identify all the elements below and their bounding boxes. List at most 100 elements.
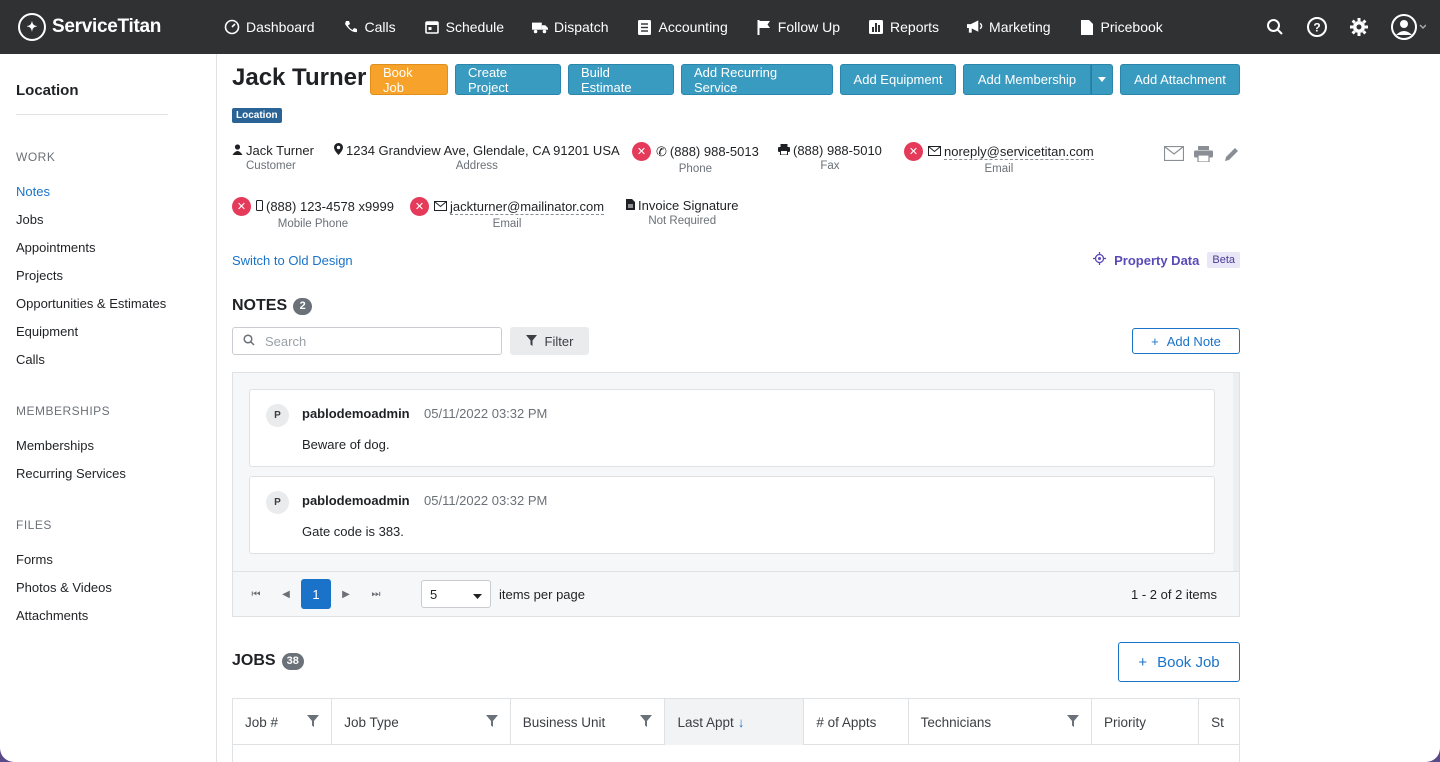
create-project-button[interactable]: Create Project (455, 64, 561, 95)
note-card: P pablodemoadmin 05/11/2022 03:32 PM Bew… (249, 389, 1215, 467)
sidebar-item-calls[interactable]: Calls (16, 352, 45, 367)
column-priority[interactable]: Priority (1092, 699, 1200, 745)
do-not-text-icon: ✕ (232, 197, 251, 216)
filter-label: Filter (544, 333, 574, 349)
send-email-icon[interactable] (1163, 145, 1185, 166)
nav-item-dispatch[interactable]: Dispatch (518, 0, 622, 54)
sidebar-item-projects[interactable]: Projects (16, 268, 63, 283)
add-membership-caret-icon[interactable] (1091, 64, 1113, 95)
search-icon[interactable] (1264, 16, 1286, 38)
nav-item-marketing[interactable]: Marketing (953, 0, 1064, 54)
column-business-unit[interactable]: Business Unit (511, 699, 666, 745)
property-data-link[interactable]: Property Data Beta (1093, 252, 1240, 268)
add-membership-button[interactable]: Add Membership (963, 64, 1091, 95)
sidebar-title: Location (16, 82, 79, 99)
prev-page-icon[interactable]: ◀ (271, 579, 301, 609)
column-job-number[interactable]: Job # (233, 699, 333, 745)
notes-filter-button[interactable]: Filter (510, 327, 589, 355)
edit-pencil-icon[interactable] (1223, 146, 1240, 166)
chevron-down-icon (473, 587, 482, 602)
jobs-title: JOBS (232, 652, 276, 669)
top-nav: ✦ ServiceTitan Dashboard Calls Schedule Dis… (0, 0, 1440, 54)
customer-info: Jack Turner Customer (232, 143, 314, 172)
megaphone-icon (967, 19, 983, 35)
add-membership-split: Add Membership (963, 64, 1113, 95)
next-page-icon[interactable]: ▶ (331, 579, 361, 609)
search-icon (243, 333, 255, 349)
sidebar-item-equipment[interactable]: Equipment (16, 324, 78, 339)
mobile-label: Mobile Phone (277, 218, 349, 230)
funnel-icon[interactable] (485, 714, 498, 730)
sidebar-divider (16, 114, 168, 115)
sidebar-item-photos-videos[interactable]: Photos & Videos (16, 580, 112, 595)
address-value[interactable]: 1234 Grandview Ave, Glendale, CA 91201 U… (346, 143, 620, 158)
add-recurring-service-button[interactable]: Add Recurring Service (681, 64, 833, 95)
build-estimate-button[interactable]: Build Estimate (568, 64, 674, 95)
fax-info: (888) 988-5010 Fax (778, 143, 882, 172)
nav-item-dashboard[interactable]: Dashboard (210, 0, 329, 54)
add-attachment-button[interactable]: Add Attachment (1120, 64, 1240, 95)
notes-search[interactable] (232, 327, 502, 355)
fax-value[interactable]: (888) 988-5010 (793, 143, 882, 158)
book-job-label: Book Job (1157, 653, 1220, 671)
help-icon[interactable]: ? (1306, 16, 1328, 38)
plus-icon: + (1138, 653, 1148, 671)
nav-item-accounting[interactable]: Accounting (622, 0, 741, 54)
current-page-button[interactable]: 1 (301, 579, 331, 609)
phone-icon: ✆ (656, 143, 667, 159)
logo-mark-icon: ✦ (18, 13, 46, 41)
mobile-info: ✕ (888) 123-4578 x9999 Mobile Phone (232, 197, 394, 230)
servicetitan-logo[interactable]: ✦ ServiceTitan (18, 13, 198, 41)
add-equipment-button[interactable]: Add Equipment (840, 64, 956, 95)
column-job-type[interactable]: Job Type (332, 699, 511, 745)
dashboard-icon (224, 19, 240, 35)
gear-icon[interactable] (1348, 16, 1370, 38)
nav-item-follow-up[interactable]: Follow Up (742, 0, 854, 54)
main-content: Jack Turner Book Job Create Project Buil… (232, 54, 1240, 762)
print-icon[interactable] (1194, 146, 1213, 166)
sidebar-item-recurring-services[interactable]: Recurring Services (16, 466, 126, 481)
funnel-icon[interactable] (307, 714, 320, 730)
add-note-button[interactable]: + Add Note (1132, 328, 1240, 354)
first-page-icon[interactable]: ⏮ (241, 579, 271, 609)
sidebar-item-jobs[interactable]: Jobs (16, 212, 43, 227)
user-avatar-icon[interactable] (1390, 14, 1426, 40)
notes-count-badge: 2 (293, 297, 313, 315)
funnel-icon[interactable] (1066, 714, 1079, 730)
last-page-icon[interactable]: ⏭ (361, 579, 391, 609)
page-size-select[interactable]: 5 (421, 580, 491, 608)
email2-value[interactable]: jackturner@mailinator.com (450, 199, 605, 215)
sidebar-item-opportunities-estimates[interactable]: Opportunities & Estimates (16, 296, 166, 311)
page-size-value: 5 (430, 586, 438, 602)
sidebar-item-attachments[interactable]: Attachments (16, 608, 88, 623)
email-value[interactable]: noreply@servicetitan.com (944, 144, 1094, 160)
notes-search-input[interactable] (265, 333, 485, 349)
sidebar-item-memberships[interactable]: Memberships (16, 438, 94, 453)
nav-item-pricebook[interactable]: Pricebook (1065, 0, 1177, 54)
contact-tools (1163, 145, 1240, 166)
sidebar-item-appointments[interactable]: Appointments (16, 240, 96, 255)
column-appt-count[interactable]: # of Appts (804, 699, 909, 745)
customer-name-link[interactable]: Jack Turner (246, 143, 314, 158)
nav-items: Dashboard Calls Schedule Dispatch Accounting… (210, 0, 1177, 54)
nav-item-calls[interactable]: Calls (329, 0, 410, 54)
customer-label: Customer (246, 160, 296, 172)
column-technicians[interactable]: Technicians (909, 699, 1092, 745)
nav-item-reports[interactable]: Reports (854, 0, 953, 54)
book-job-button[interactable]: Book Job (370, 64, 448, 95)
phone-value[interactable]: (888) 988-5013 (670, 144, 759, 159)
jobs-book-job-button[interactable]: + Book Job (1118, 642, 1240, 682)
nav-item-label: Reports (890, 19, 940, 35)
funnel-icon[interactable] (640, 714, 653, 730)
email-label: Email (984, 163, 1014, 175)
nav-item-schedule[interactable]: Schedule (410, 0, 518, 54)
notes-scrollbar[interactable] (1233, 373, 1239, 571)
sidebar-item-forms[interactable]: Forms (16, 552, 53, 567)
invoice-signature-label: Not Required (648, 215, 717, 227)
sidebar-item-notes[interactable]: Notes (16, 184, 50, 199)
column-status[interactable]: St (1199, 699, 1239, 745)
column-last-appt[interactable]: Last Appt ↓ (665, 699, 805, 745)
mobile-value[interactable]: (888) 123-4578 x9999 (266, 199, 394, 214)
note-body: Gate code is 383. (302, 524, 404, 539)
switch-old-design-link[interactable]: Switch to Old Design (232, 253, 353, 268)
